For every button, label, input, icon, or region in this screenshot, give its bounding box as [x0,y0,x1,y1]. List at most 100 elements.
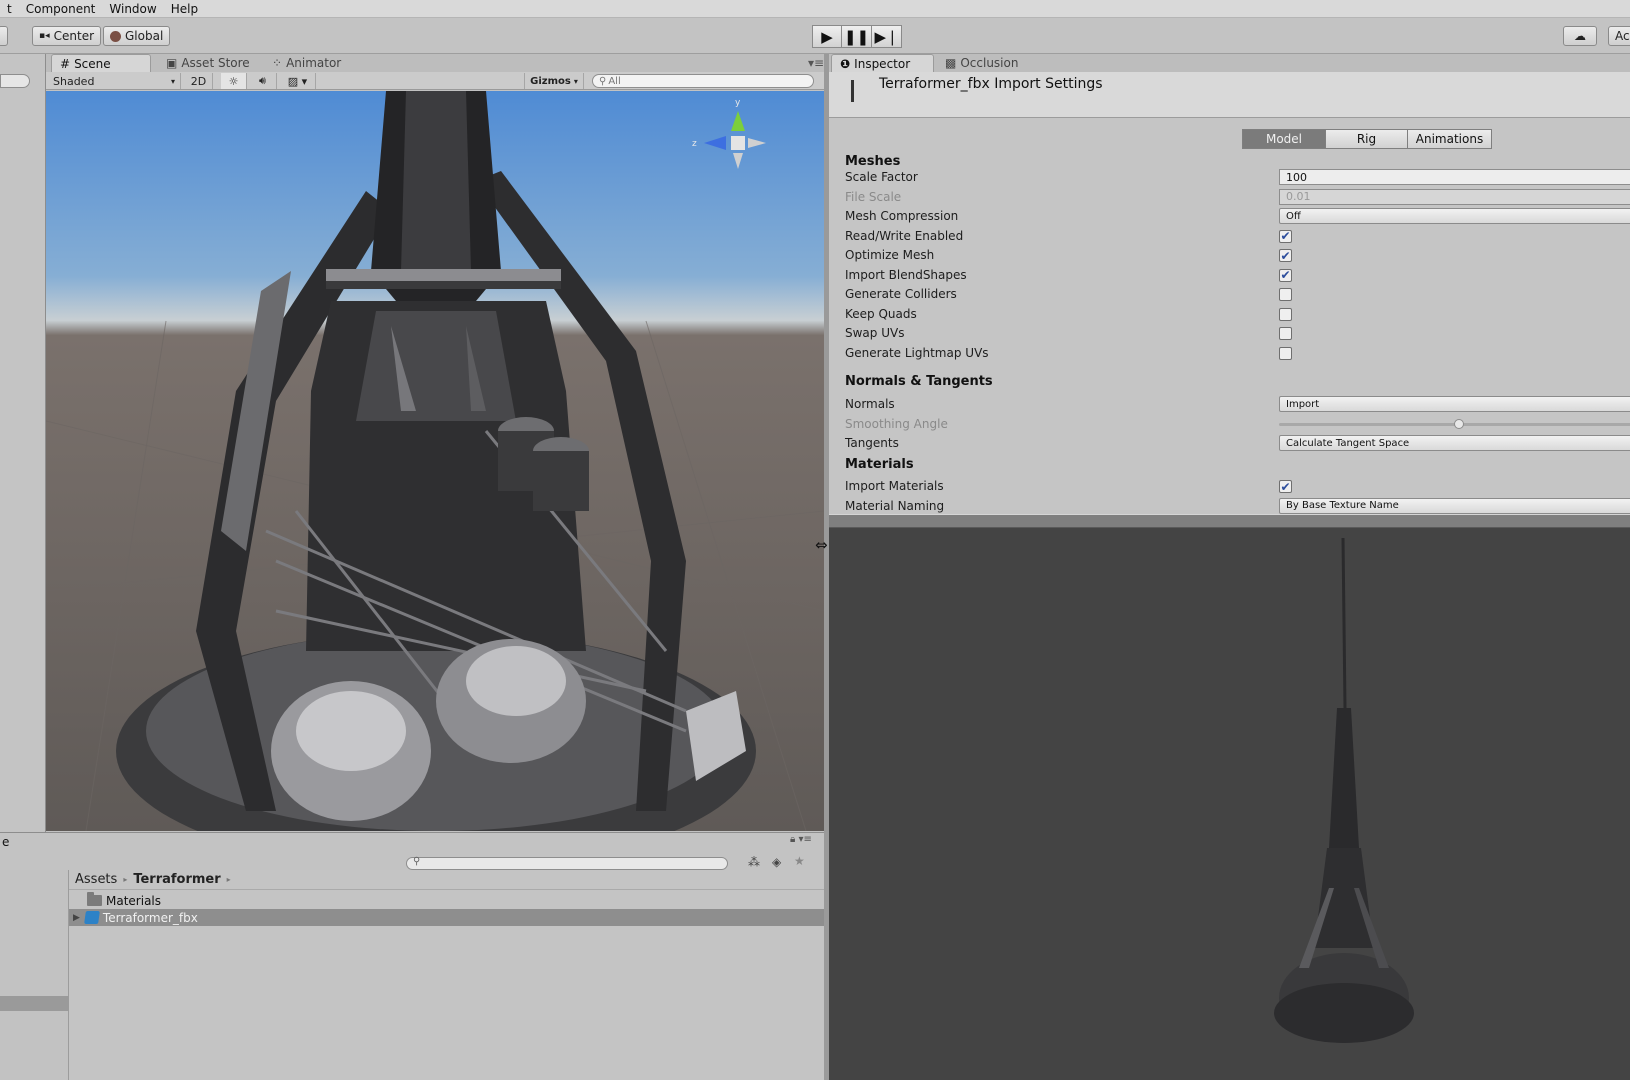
hierarchy-search-input[interactable] [0,74,30,88]
scene-view-toolbar: Shaded ▾ 2D ☼ 🔊︎ ▨ ▾ Gizmos ▾ ⚲ All [0,72,824,90]
material-naming-dropdown[interactable]: By Base Texture Name [1279,497,1630,514]
scene-tab-bar: 🔒︎ # Scene ▣ Asset Store ⁘ Animator ▾≡ [0,54,824,72]
model-icon [84,911,100,924]
generate-colliders-label: Generate Colliders [845,287,957,301]
preview-splitter[interactable] [829,514,1630,528]
property-row-swap-uvs: Swap UVs [845,324,1630,343]
section-normals-tangents: Normals & Tangents [845,374,993,389]
keep-quads-checkbox[interactable] [1279,307,1292,321]
main-toolbar: ▪◂ Center Global ▶ ❚❚ ▶❘ ☁ Acc [0,18,1630,54]
search-icon: ⚲ [599,75,607,87]
filter-by-label-icon[interactable]: ◈ [772,855,781,869]
tab-inspector[interactable]: ❶ Inspector [831,54,934,72]
account-button[interactable]: Acc [1608,26,1630,46]
generate-colliders-checkbox[interactable] [1279,288,1292,301]
cloud-button[interactable]: ☁ [1563,26,1597,46]
scale-factor-label: Scale Factor [845,170,918,184]
menu-item-component[interactable]: Component [19,2,103,16]
tab-occlusion[interactable]: ▩ Occlusion [937,54,1026,72]
play-button[interactable]: ▶ [812,25,842,48]
lock-icon[interactable]: 🔒︎ ▾≡ [790,834,812,845]
smoothing-angle-slider[interactable] [1279,418,1630,429]
breadcrumb-assets[interactable]: Assets [75,872,117,887]
lighting-toggle[interactable]: ☼ [221,73,247,89]
mode-2d-toggle[interactable]: 2D [185,73,213,89]
import-blendshapes-checkbox[interactable]: ✔ [1279,268,1292,282]
shading-mode-dropdown[interactable]: Shaded ▾ [48,73,181,89]
play-icon: ▶ [821,27,833,46]
tab-asset-store[interactable]: ▣ Asset Store [158,54,258,72]
breadcrumb-terraformer[interactable]: Terraformer [133,872,220,887]
favorite-star-icon[interactable]: ★ [794,854,805,868]
model-preview[interactable] [829,528,1630,1080]
project-search-input[interactable]: ⚲ [406,856,728,870]
scene-viewport[interactable]: y z [46,91,824,831]
dropdown-arrow-icon: ▾ [170,76,175,86]
property-row-tangents: Tangents Calculate Tangent Space [845,434,1630,453]
expand-arrow-icon[interactable]: ▶ [73,913,80,923]
model-file-icon [851,80,854,102]
menu-item-window[interactable]: Window [102,2,163,16]
axis-gizmo[interactable]: y z [692,98,766,169]
svg-text:y: y [735,98,741,108]
normals-label: Normals [845,397,895,411]
selected-folder-row[interactable] [0,996,69,1011]
slider-handle[interactable] [1454,418,1464,429]
subtab-model[interactable]: Model [1242,129,1326,149]
store-icon: ▣ [166,56,178,70]
property-row-import-blendshapes: Import BlendShapes ✔ [845,266,1630,285]
tab-scene[interactable]: # Scene [51,54,151,72]
tangents-label: Tangents [845,436,899,450]
step-button[interactable]: ▶❘ [872,25,902,48]
menu-item-edit[interactable]: t [0,2,19,16]
transform-tool-button[interactable] [0,26,8,46]
optimize-mesh-checkbox[interactable]: ✔ [1279,249,1292,262]
property-row-material-naming: Material Naming By Base Texture Name [845,497,1630,515]
occlusion-icon: ▩ [945,56,957,70]
list-item-materials[interactable]: Materials [69,892,824,909]
normals-dropdown[interactable]: Import [1279,396,1630,412]
effects-dropdown[interactable]: ▨ ▾ [280,73,316,89]
inspector-tab-bar: ❶ Inspector ▩ Occlusion [829,54,1630,72]
property-row-mesh-compression: Mesh Compression Off [845,207,1630,226]
subtab-rig[interactable]: Rig [1326,129,1408,149]
pivot-center-button[interactable]: ▪◂ Center [32,26,102,46]
generate-lightmap-uvs-checkbox[interactable] [1279,346,1292,360]
gizmos-dropdown[interactable]: Gizmos ▾ [524,73,584,89]
read-write-enabled-label: Read/Write Enabled [845,228,964,243]
audio-toggle[interactable]: 🔊︎ [249,73,277,89]
property-row-optimize-mesh: Optimize Mesh ✔ [845,246,1630,265]
property-row-file-scale: File Scale 0.01 [845,188,1630,207]
swap-uvs-label: Swap UVs [845,326,905,340]
property-row-normals: Normals Import [845,395,1630,414]
grid-icon: # [60,56,71,71]
global-space-button[interactable]: Global [103,26,171,46]
tab-animator[interactable]: ⁘ Animator [264,54,349,72]
terraformer-model-render: y z [46,91,824,831]
filter-by-type-icon[interactable]: ⁂ [748,855,760,869]
tangents-dropdown[interactable]: Calculate Tangent Space [1279,435,1630,451]
chevron-right-icon: ▸ [123,875,128,884]
pause-button[interactable]: ❚❚ [842,25,872,48]
list-item-terraformer-fbx[interactable]: ▶ Terraformer_fbx [69,909,824,926]
subtab-animations[interactable]: Animations [1408,129,1492,149]
material-naming-label: Material Naming [845,498,945,513]
chevron-right-icon: ▸ [226,875,231,884]
scene-search-input[interactable]: ⚲ All [592,74,814,88]
pivot-label: Center [53,29,95,43]
property-row-smoothing-angle: Smoothing Angle [845,415,1630,434]
read-write-enabled-checkbox[interactable]: ✔ [1279,229,1292,243]
section-materials: Materials [845,457,914,472]
menu-item-help[interactable]: Help [164,2,205,16]
swap-uvs-checkbox[interactable] [1279,327,1292,340]
mesh-compression-dropdown[interactable]: Off [1279,208,1630,224]
import-materials-checkbox[interactable]: ✔ [1279,480,1292,493]
animator-icon: ⁘ [272,56,283,70]
scale-factor-field[interactable]: 100 [1279,169,1630,185]
property-row-scale-factor: Scale Factor 100 [845,168,1630,187]
pause-icon: ❚❚ [843,27,870,46]
import-blendshapes-label: Import BlendShapes [845,267,967,282]
globe-icon [110,30,121,42]
property-row-generate-colliders: Generate Colliders [845,285,1630,304]
sun-icon: ☼ [228,74,239,88]
